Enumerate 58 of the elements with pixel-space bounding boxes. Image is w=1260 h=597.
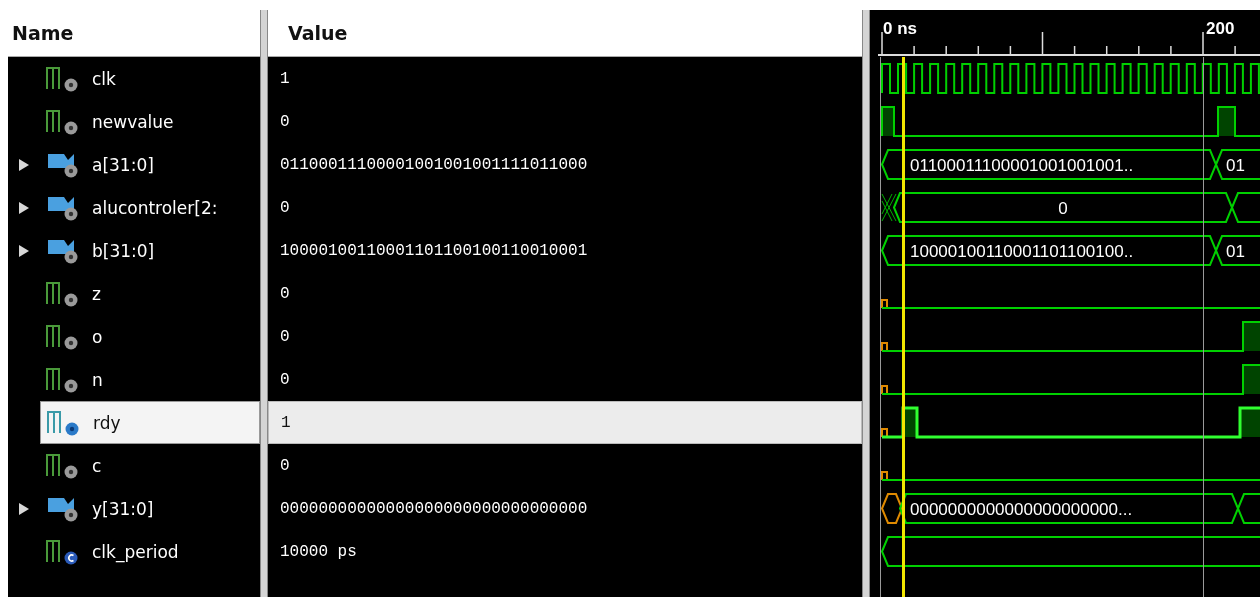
column-header[interactable]: Name xyxy=(8,10,260,57)
signal-value: 0 xyxy=(279,326,291,348)
signal-icon xyxy=(44,537,80,566)
signal-icon xyxy=(44,107,80,136)
signal-value: 00000000000000000000000000000000 xyxy=(279,498,589,520)
signal-icon xyxy=(44,64,80,93)
signal-name: z xyxy=(92,283,101,304)
signal-value: 0 xyxy=(279,111,291,133)
signal-value: 01100011100001001001001111011000 xyxy=(279,154,589,176)
signal-value: 0 xyxy=(279,197,291,219)
time-label: 0 ns xyxy=(883,19,918,38)
signal-value: 1 xyxy=(279,68,291,90)
signal-row[interactable]: y[31:0] xyxy=(40,487,260,530)
waveform-value: 0000000000000000000000... xyxy=(910,500,1133,519)
signal-value: 0 xyxy=(279,455,291,477)
signal-row[interactable]: o xyxy=(40,315,260,358)
signal-row[interactable]: z xyxy=(40,272,260,315)
signal-icon xyxy=(44,322,80,351)
signal-icon xyxy=(44,451,80,480)
waveform-value: 01100011100001001001001.. xyxy=(910,156,1134,175)
time-label: 200 xyxy=(1206,19,1235,38)
signal-name: rdy xyxy=(93,412,121,433)
signal-name: y[31:0] xyxy=(92,498,154,519)
column-header[interactable]: Value xyxy=(268,10,862,57)
signal-value: 0 xyxy=(279,283,291,305)
waveform-value: 10000100110001101100100.. xyxy=(910,242,1134,261)
signal-name: n xyxy=(92,369,103,390)
expand-arrow-icon[interactable] xyxy=(18,501,30,516)
expand-arrow-icon[interactable] xyxy=(18,243,30,258)
signal-row[interactable]: newvalue xyxy=(40,100,260,143)
signal-name: o xyxy=(92,326,103,347)
signal-row[interactable]: alucontroler[2: xyxy=(40,186,260,229)
signal-row[interactable]: clk xyxy=(40,57,260,100)
signal-row[interactable]: rdy xyxy=(40,401,260,444)
signal-name: b[31:0] xyxy=(92,240,155,261)
waveform-value: 01 xyxy=(1226,242,1245,261)
signal-name: clk_period xyxy=(92,541,179,562)
signal-row[interactable]: b[31:0] xyxy=(40,229,260,272)
signal-row[interactable]: clk_period xyxy=(40,530,260,573)
signal-icon xyxy=(44,365,80,394)
signal-value: 10000 ps xyxy=(279,541,358,563)
expand-arrow-icon[interactable] xyxy=(18,200,30,215)
signal-name: c xyxy=(92,455,102,476)
signal-value: 10000100110001101100100110010001 xyxy=(279,240,589,262)
signal-name: newvalue xyxy=(92,111,174,132)
signal-row[interactable]: a[31:0] xyxy=(40,143,260,186)
signal-icon xyxy=(44,279,80,308)
signal-value: 0 xyxy=(279,369,291,391)
signal-row[interactable]: n xyxy=(40,358,260,401)
signal-value: 1 xyxy=(268,401,862,444)
signal-name: clk xyxy=(92,68,116,89)
signal-icon xyxy=(45,408,81,437)
expand-arrow-icon[interactable] xyxy=(18,157,30,172)
waveform-value: 01 xyxy=(1226,156,1245,175)
signal-row[interactable]: c xyxy=(40,444,260,487)
signal-name: a[31:0] xyxy=(92,154,154,175)
waveform-value: 0 xyxy=(1058,199,1068,218)
signal-name: alucontroler[2: xyxy=(92,197,218,218)
